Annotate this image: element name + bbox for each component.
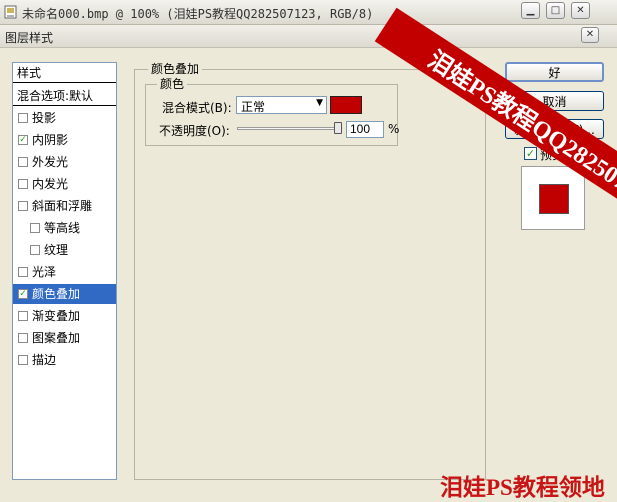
style-item-label: 等高线: [44, 221, 81, 235]
dialog-close-button[interactable]: ✕: [581, 27, 599, 43]
style-item-label: 图案叠加: [32, 331, 81, 345]
style-item-label: 外发光: [32, 155, 69, 169]
maximize-button[interactable]: □: [546, 2, 565, 19]
minimize-button[interactable]: ▁: [521, 2, 540, 19]
style-item-label: 内发光: [32, 177, 69, 191]
style-item-label: 颜色叠加: [32, 287, 81, 301]
opacity-slider-track[interactable]: [237, 127, 341, 130]
style-item-label: 光泽: [32, 265, 57, 279]
close-icon: ✕: [576, 4, 585, 16]
style-item-7[interactable]: 光泽: [13, 262, 116, 282]
style-checkbox[interactable]: [18, 355, 28, 365]
chevron-down-icon: ▼: [316, 98, 323, 108]
style-preview: [521, 166, 585, 230]
style-item-8[interactable]: ✓ 颜色叠加: [13, 284, 116, 304]
style-item-label: 纹理: [44, 243, 69, 257]
style-checkbox[interactable]: [18, 311, 28, 321]
preview-checkbox[interactable]: ✓: [524, 147, 537, 160]
ok-button[interactable]: 好: [505, 62, 604, 82]
style-item-5[interactable]: 等高线: [13, 218, 116, 238]
style-checkbox[interactable]: [18, 113, 28, 123]
style-checkbox[interactable]: [18, 201, 28, 211]
style-item-0[interactable]: 投影: [13, 108, 116, 128]
dialog-title: 图层样式: [5, 31, 54, 45]
style-item-9[interactable]: 渐变叠加: [13, 306, 116, 326]
style-checkbox[interactable]: ✓: [18, 289, 28, 299]
style-checkbox[interactable]: ✓: [18, 135, 28, 145]
ok-button-label: 好: [548, 65, 561, 80]
style-checkbox[interactable]: [30, 245, 40, 255]
dialog-close-icon: ✕: [585, 29, 595, 40]
style-item-label: 内阴影: [32, 133, 69, 147]
style-item-2[interactable]: 外发光: [13, 152, 116, 172]
style-item-1[interactable]: ✓ 内阴影: [13, 130, 116, 150]
minimize-icon: ▁: [526, 4, 535, 16]
style-checkbox[interactable]: [18, 157, 28, 167]
opacity-label: 不透明度(O):: [159, 124, 230, 138]
style-item-label: 描边: [32, 353, 57, 367]
style-checkbox[interactable]: [30, 223, 40, 233]
maximize-icon: □: [550, 4, 561, 16]
style-item-label: 渐变叠加: [32, 309, 81, 323]
section-title: 颜色叠加: [148, 62, 203, 76]
style-item-label: 斜面和浮雕: [32, 199, 93, 213]
style-item-3[interactable]: 内发光: [13, 174, 116, 194]
styles-list: 样式 混合选项:默认 投影 ✓ 内阴影外发光内发光斜面和浮雕等高线纹理光泽 ✓ 颜色叠加…: [12, 62, 117, 480]
style-item-label: 投影: [32, 111, 57, 125]
dialog-title-bar: [0, 25, 617, 48]
style-item-4[interactable]: 斜面和浮雕: [13, 196, 116, 216]
style-item-10[interactable]: 图案叠加: [13, 328, 116, 348]
overlay-color-swatch[interactable]: [330, 96, 362, 114]
opacity-input[interactable]: 100: [346, 121, 384, 138]
blend-mode-label: 混合模式(B):: [162, 101, 232, 115]
styles-header[interactable]: 样式: [13, 63, 116, 83]
document-icon: [4, 5, 17, 19]
opacity-unit: %: [388, 122, 400, 136]
opacity-slider-thumb[interactable]: [334, 122, 342, 134]
document-title: 未命名000.bmp @ 100% (泪娃PS教程QQ282507123, RG…: [22, 7, 374, 21]
style-checkbox[interactable]: [18, 267, 28, 277]
watermark-footer: 泪娃PS教程领地: [440, 475, 605, 500]
style-preview-swatch: [539, 184, 569, 214]
blend-options-item[interactable]: 混合选项:默认: [13, 86, 116, 106]
style-checkbox[interactable]: [18, 179, 28, 189]
document-close-button[interactable]: ✕: [571, 2, 590, 19]
style-item-6[interactable]: 纹理: [13, 240, 116, 260]
blend-mode-select[interactable]: 正常 ▼: [236, 96, 327, 114]
blend-mode-value: 正常: [241, 100, 266, 114]
style-item-11[interactable]: 描边: [13, 350, 116, 370]
color-group-title: 颜色: [157, 77, 188, 91]
style-checkbox[interactable]: [18, 333, 28, 343]
